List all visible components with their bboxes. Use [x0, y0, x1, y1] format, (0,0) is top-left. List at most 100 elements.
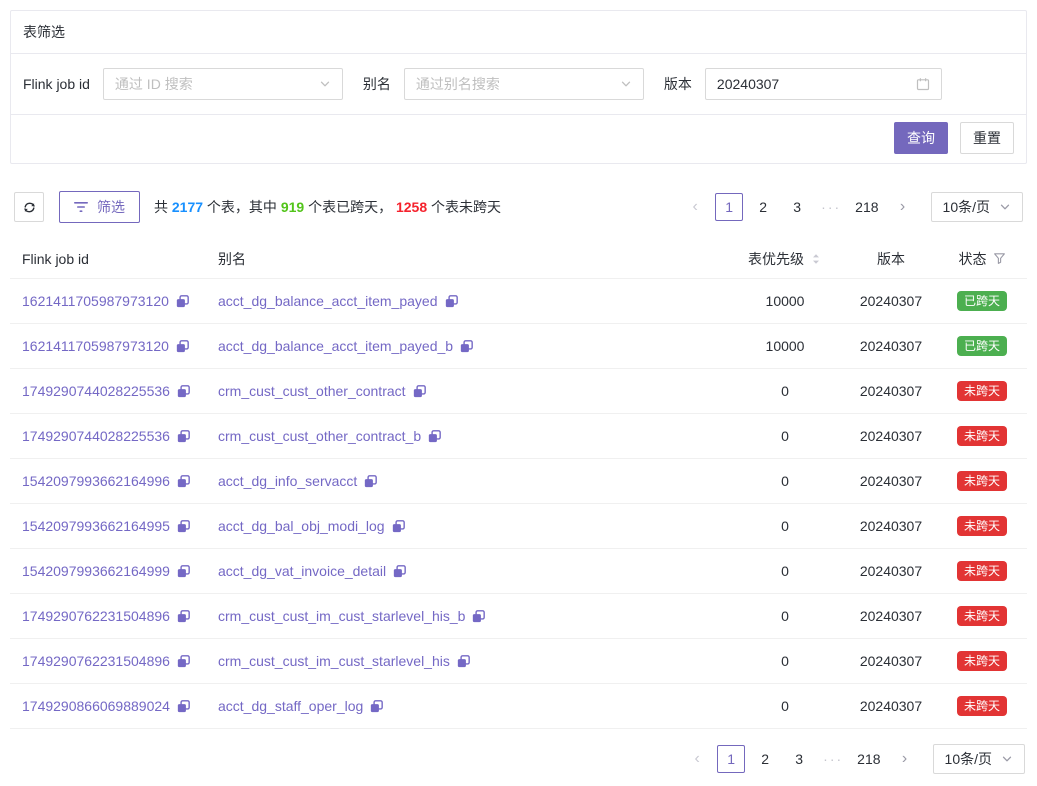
flink-job-id-link[interactable]: 1749290744028225536 — [22, 428, 170, 444]
copy-icon[interactable] — [177, 655, 190, 668]
flink-job-id-link[interactable]: 1749290866069889024 — [22, 698, 170, 714]
alias-link[interactable]: crm_cust_cust_other_contract_b — [218, 428, 421, 444]
alias-link[interactable]: acct_dg_balance_acct_item_payed — [218, 293, 438, 309]
alias-link[interactable]: acct_dg_info_servacct — [218, 473, 357, 489]
copy-icon[interactable] — [177, 385, 190, 398]
flink-job-id-link[interactable]: 1542097993662164995 — [22, 518, 170, 534]
copy-icon[interactable] — [177, 610, 190, 623]
alias-link[interactable]: acct_dg_bal_obj_modi_log — [218, 518, 385, 534]
pagination-page[interactable]: 218 — [851, 193, 882, 221]
header-alias: 别名 — [206, 249, 725, 269]
summary-prefix: 共 — [154, 199, 172, 215]
pagination-page[interactable]: 3 — [783, 193, 811, 221]
alias-cell: acct_dg_balance_acct_item_payed_b — [206, 338, 725, 354]
priority-cell: 0 — [725, 698, 845, 714]
alias-link[interactable]: crm_cust_cust_im_cust_starlevel_his_b — [218, 608, 465, 624]
copy-icon[interactable] — [393, 565, 406, 578]
version-cell: 20240307 — [845, 518, 937, 534]
filter-button[interactable]: 筛选 — [59, 191, 140, 223]
copy-icon[interactable] — [413, 385, 426, 398]
alias-link[interactable]: acct_dg_vat_invoice_detail — [218, 563, 386, 579]
pagination-page[interactable]: 218 — [853, 745, 884, 773]
page-size-select[interactable]: 10条/页 — [931, 192, 1023, 222]
copy-icon[interactable] — [177, 430, 190, 443]
job-id-cell: 1621411705987973120 — [10, 338, 206, 354]
copy-icon[interactable] — [177, 565, 190, 578]
flink-job-id-link[interactable]: 1542097993662164996 — [22, 473, 170, 489]
table-row: 1749290762231504896 crm_cust_cust_im_cus… — [10, 594, 1027, 639]
alias-cell: acct_dg_staff_oper_log — [206, 698, 725, 714]
table-header-row: Flink job id 别名 表优先级 版本 状态 — [10, 239, 1027, 279]
alias-link[interactable]: crm_cust_cust_im_cust_starlevel_his — [218, 653, 450, 669]
filter-actions-row: 查询 重置 — [11, 115, 1026, 163]
chevron-down-icon — [999, 201, 1011, 213]
table-row: 1542097993662164995 acct_dg_bal_obj_modi… — [10, 504, 1027, 549]
copy-icon[interactable] — [392, 520, 405, 533]
flink-job-id-link[interactable]: 1749290744028225536 — [22, 383, 170, 399]
alias-link[interactable]: acct_dg_balance_acct_item_payed_b — [218, 338, 453, 354]
pagination-page[interactable]: 1 — [717, 745, 745, 773]
flink-job-id-link[interactable]: 1621411705987973120 — [22, 338, 169, 354]
job-id-cell: 1542097993662164999 — [10, 563, 206, 579]
version-cell: 20240307 — [845, 293, 937, 309]
copy-icon[interactable] — [177, 475, 190, 488]
reset-button[interactable]: 重置 — [960, 122, 1014, 154]
table-row: 1542097993662164999 acct_dg_vat_invoice_… — [10, 549, 1027, 594]
job-id-select[interactable]: 通过 ID 搜索 — [103, 68, 343, 100]
pagination-next[interactable]: › — [889, 193, 917, 221]
alias-select[interactable]: 通过别名搜索 — [404, 68, 644, 100]
copy-icon[interactable] — [445, 295, 458, 308]
copy-icon[interactable] — [364, 475, 377, 488]
alias-cell: acct_dg_balance_acct_item_payed — [206, 293, 725, 309]
query-button[interactable]: 查询 — [894, 122, 948, 154]
version-cell: 20240307 — [845, 608, 937, 624]
flink-job-id-link[interactable]: 1749290762231504896 — [22, 608, 170, 624]
pagination-ellipsis[interactable]: ··· — [817, 193, 845, 221]
flink-job-id-link[interactable]: 1542097993662164999 — [22, 563, 170, 579]
copy-icon[interactable] — [472, 610, 485, 623]
chevron-down-icon — [620, 78, 632, 90]
refresh-button[interactable] — [14, 192, 44, 222]
copy-icon[interactable] — [428, 430, 441, 443]
pagination-ellipsis[interactable]: ··· — [819, 745, 847, 773]
job-id-cell: 1749290744028225536 — [10, 428, 206, 444]
copy-icon[interactable] — [177, 520, 190, 533]
sort-icon[interactable] — [810, 252, 822, 266]
chevron-down-icon — [1001, 753, 1013, 765]
alias-link[interactable]: crm_cust_cust_other_contract — [218, 383, 406, 399]
pagination-prev[interactable]: ‹ — [683, 745, 711, 773]
filter-funnel-icon[interactable] — [993, 252, 1006, 265]
copy-icon[interactable] — [176, 340, 189, 353]
version-date-picker[interactable]: 20240307 — [705, 68, 942, 100]
copy-icon[interactable] — [176, 295, 189, 308]
priority-cell: 10000 — [725, 293, 845, 309]
version-cell: 20240307 — [845, 698, 937, 714]
priority-cell: 0 — [725, 653, 845, 669]
priority-cell: 0 — [725, 473, 845, 489]
copy-icon[interactable] — [177, 700, 190, 713]
version-cell: 20240307 — [845, 653, 937, 669]
header-priority: 表优先级 — [725, 249, 845, 269]
version-cell: 20240307 — [845, 338, 937, 354]
status-cell: 未跨天 — [937, 561, 1027, 582]
page-size-select[interactable]: 10条/页 — [933, 744, 1025, 774]
version-cell: 20240307 — [845, 428, 937, 444]
page-size-value: 10条/页 — [943, 197, 990, 217]
pagination-prev[interactable]: ‹ — [681, 193, 709, 221]
copy-icon[interactable] — [370, 700, 383, 713]
chevron-down-icon — [319, 78, 331, 90]
alias-link[interactable]: acct_dg_staff_oper_log — [218, 698, 363, 714]
flink-job-id-link[interactable]: 1621411705987973120 — [22, 293, 169, 309]
copy-icon[interactable] — [460, 340, 473, 353]
status-badge: 已跨天 — [957, 336, 1007, 357]
pagination-page[interactable]: 2 — [749, 193, 777, 221]
pagination-page[interactable]: 2 — [751, 745, 779, 773]
pagination-page[interactable]: 3 — [785, 745, 813, 773]
filter-lines-icon — [74, 201, 88, 213]
pagination-next[interactable]: › — [891, 745, 919, 773]
flink-job-id-link[interactable]: 1749290762231504896 — [22, 653, 170, 669]
table-body: 1621411705987973120 acct_dg_balance_acct… — [10, 279, 1027, 729]
copy-icon[interactable] — [457, 655, 470, 668]
status-badge: 未跨天 — [957, 606, 1007, 627]
pagination-page[interactable]: 1 — [715, 193, 743, 221]
